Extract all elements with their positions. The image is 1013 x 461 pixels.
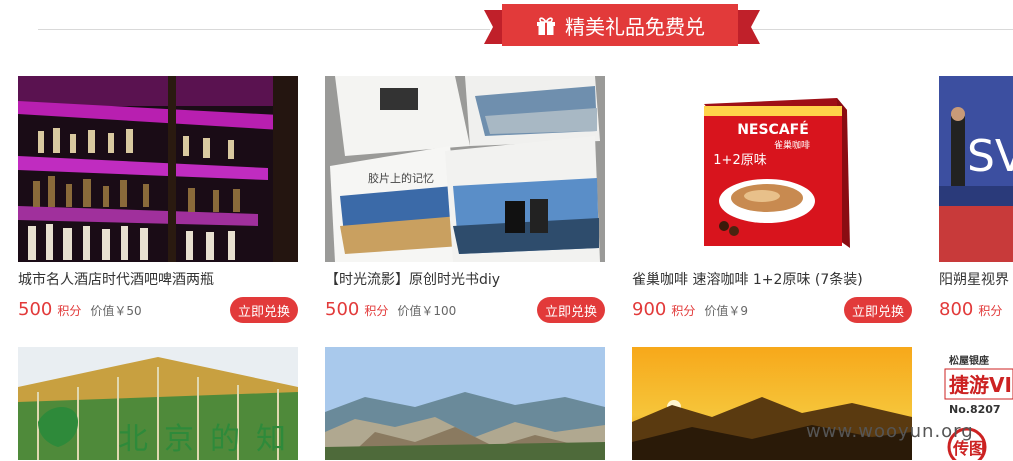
product-image-nescafe[interactable]: NESCAFÉ 雀巢咖啡 1+2原味 (632, 76, 912, 262)
nescafe-brand-text: NESCAFÉ (737, 121, 809, 138)
product-title[interactable]: 【时光流影】原创时光书diy (325, 271, 605, 289)
product-image-sunset[interactable] (632, 347, 912, 460)
points-unit: 积分 (57, 304, 82, 318)
product-card[interactable] (632, 347, 912, 460)
points-value: 500 (18, 299, 53, 320)
svg-text:SV: SV (967, 131, 1013, 182)
product-card[interactable]: 城市名人酒店时代酒吧啤酒两瓶 500 积分 价值￥50 立即兑换 (18, 76, 298, 325)
points-unit: 积分 (364, 304, 389, 318)
points-value: 800 (939, 299, 974, 320)
points-unit: 积分 (671, 304, 696, 318)
product-card[interactable]: 松屋银座 捷游VI No.8207 传图 (939, 347, 1013, 460)
title-divider-left (38, 29, 490, 30)
ticket-main-text: 捷游VI (949, 373, 1012, 397)
section-title-banner: 精美礼品免费兑 (502, 4, 738, 46)
product-image-stage[interactable]: SV (939, 76, 1013, 262)
product-image-mountains[interactable] (325, 347, 605, 460)
retail-value: 价值￥50 (90, 304, 142, 318)
watermark-text: www.wooyun.org (806, 421, 974, 442)
redeem-button[interactable]: 立即兑换 (844, 297, 912, 323)
product-card[interactable]: SV 阳朔星视界 800 积分 (939, 76, 1013, 325)
product-price-row: 500 积分 价值￥100 立即兑换 (325, 297, 605, 325)
points-value: 900 (632, 299, 667, 320)
nescafe-cn-text: 雀巢咖啡 (774, 139, 810, 151)
title-divider-right (748, 29, 1013, 30)
section-title: 精美礼品免费兑 (565, 14, 705, 39)
product-title[interactable]: 阳朔星视界 (939, 271, 1013, 289)
redeem-button[interactable]: 立即兑换 (230, 297, 298, 323)
retail-value: 价值￥9 (704, 304, 749, 318)
product-price-row: 900 积分 价值￥9 立即兑换 (632, 297, 912, 325)
product-price-row: 500 积分 价值￥50 立即兑换 (18, 297, 298, 325)
greenhouse-sign-text: 北京的知 (118, 422, 298, 457)
product-title[interactable]: 雀巢咖啡 速溶咖啡 1+2原味 (7条装) (632, 271, 912, 289)
product-card[interactable]: 胶片上的记忆 【时光流影】原创时光书diy 500 积分 价值￥100 立即兑换 (325, 76, 605, 325)
product-image-greenhouse[interactable]: 北京的知 (18, 347, 298, 460)
product-card[interactable]: NESCAFÉ 雀巢咖啡 1+2原味 雀巢咖啡 速溶咖啡 1+2原味 (7条装)… (632, 76, 912, 325)
product-price-row: 800 积分 (939, 299, 1013, 325)
gift-icon (537, 17, 555, 35)
points-value: 500 (325, 299, 360, 320)
points-unit: 积分 (978, 304, 1003, 318)
retail-value: 价值￥100 (397, 304, 457, 318)
ticket-number-text: No.8207 (949, 403, 1001, 416)
product-card[interactable] (325, 347, 605, 460)
nescafe-flavor-text: 1+2原味 (713, 153, 766, 168)
product-title[interactable]: 城市名人酒店时代酒吧啤酒两瓶 (18, 271, 298, 289)
product-image-photo-books[interactable]: 胶片上的记忆 (325, 76, 605, 262)
redeem-button[interactable]: 立即兑换 (537, 297, 605, 323)
product-card[interactable]: 北京的知 (18, 347, 298, 460)
product-image-ticket[interactable]: 松屋银座 捷游VI No.8207 传图 (939, 347, 1013, 460)
book-cover-text: 胶片上的记忆 (368, 171, 434, 185)
product-image-bar[interactable] (18, 76, 298, 262)
ticket-top-text: 松屋银座 (949, 354, 989, 367)
